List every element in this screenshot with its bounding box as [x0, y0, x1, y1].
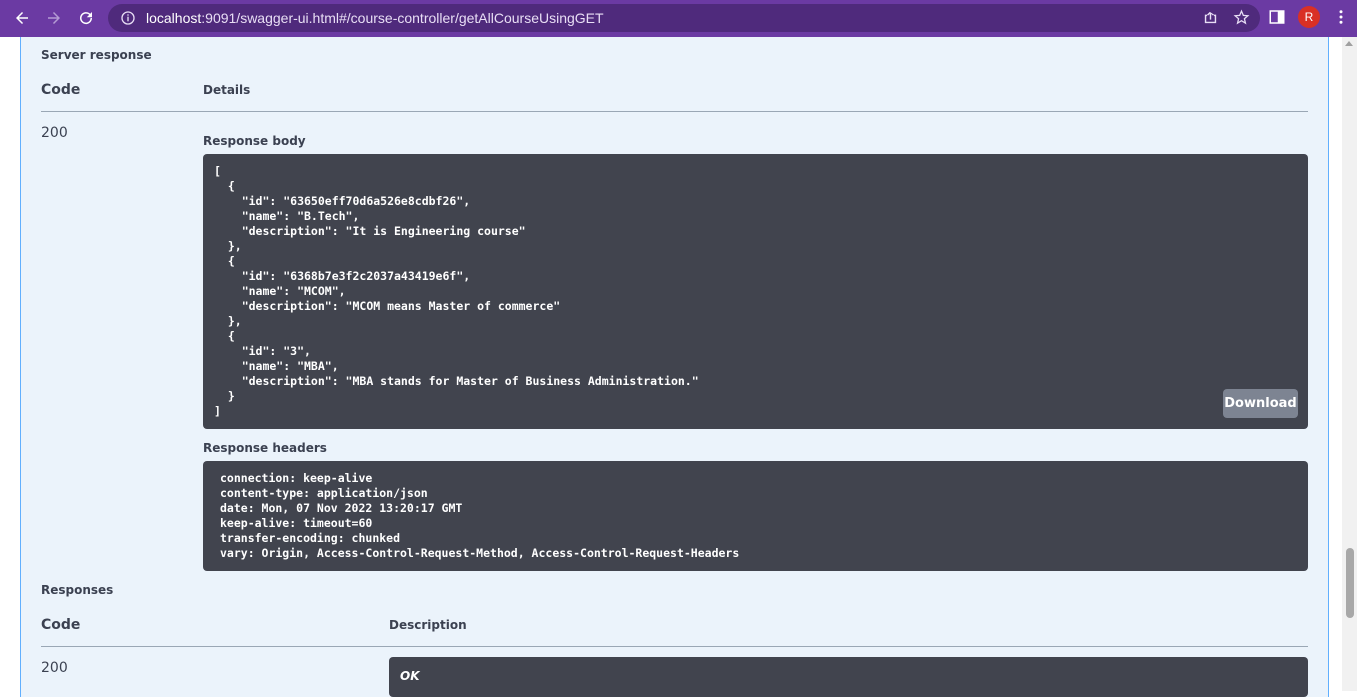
scrollbar-thumb[interactable]: [1346, 548, 1354, 618]
response-headers-code[interactable]: connection: keep-alive content-type: app…: [203, 461, 1308, 571]
arrow-left-icon: [16, 12, 28, 24]
response-body-label: Response body: [203, 134, 306, 148]
share-icon[interactable]: [1202, 9, 1219, 26]
avatar[interactable]: R: [1298, 6, 1320, 28]
operation-panel: Server response Code Details 200 Respons…: [20, 37, 1329, 697]
scrollbar[interactable]: [1342, 37, 1357, 691]
address-bar[interactable]: localhost:9091/swagger-ui.html#/course-c…: [108, 4, 1260, 32]
responses-code-header: Code: [41, 617, 81, 633]
download-button[interactable]: Download: [1223, 389, 1298, 418]
responses-code: 200: [41, 660, 68, 676]
responses-heading: Responses: [41, 583, 114, 597]
page-content: Server response Code Details 200 Respons…: [0, 37, 1357, 697]
star-icon[interactable]: [1233, 9, 1250, 26]
arrow-right-icon: [48, 12, 60, 24]
responses-divider: [41, 646, 1308, 647]
code-column-header: Code: [41, 82, 81, 98]
details-column-header: Details: [203, 83, 251, 97]
reload-icon: [80, 12, 93, 25]
side-panel-icon[interactable]: [1268, 8, 1286, 26]
more-menu-icon[interactable]: [1332, 8, 1350, 26]
scroll-up-icon[interactable]: [1345, 41, 1353, 46]
response-headers-label: Response headers: [203, 441, 327, 455]
server-response-heading: Server response: [41, 48, 152, 62]
url-text: localhost:9091/swagger-ui.html#/course-c…: [146, 10, 604, 26]
back-button[interactable]: [6, 2, 38, 34]
response-code: 200: [41, 125, 68, 141]
info-icon[interactable]: [120, 10, 136, 26]
reload-button[interactable]: [70, 2, 102, 34]
browser-toolbar: localhost:9091/swagger-ui.html#/course-c…: [0, 0, 1357, 37]
responses-description-header: Description: [389, 618, 467, 632]
response-body-code[interactable]: [ { "id": "63650eff70d6a526e8cdbf26", "n…: [203, 154, 1308, 429]
header-divider: [41, 111, 1308, 112]
forward-button[interactable]: [38, 2, 70, 34]
responses-description: OK: [389, 657, 1308, 697]
